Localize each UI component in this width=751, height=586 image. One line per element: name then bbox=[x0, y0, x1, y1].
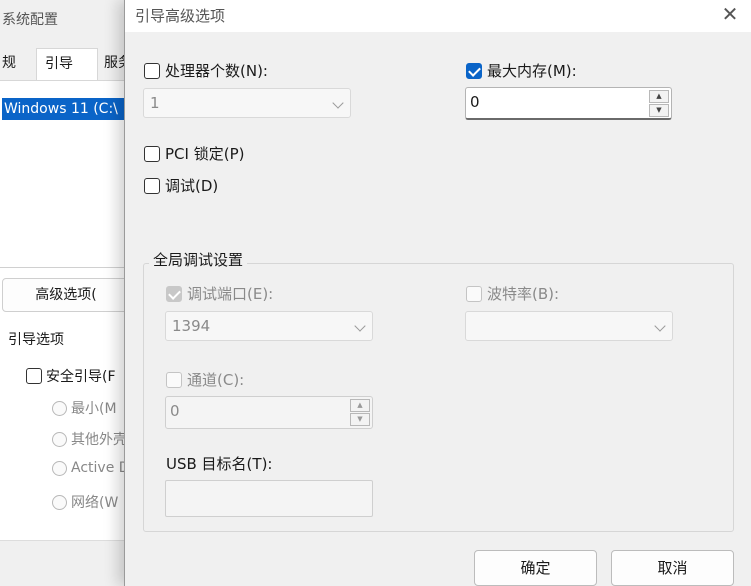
radio-minimal[interactable]: 最小(M bbox=[52, 398, 117, 418]
radio-active-directory[interactable]: Active D bbox=[52, 460, 130, 476]
usb-target-field bbox=[165, 480, 373, 517]
boot-advanced-options-dialog: 引导高级选项 ✕ 处理器个数(N): 1 最大内存(M): 0 ▲ ▼ PCI … bbox=[124, 0, 751, 586]
stepper-buttons: ▲ ▼ bbox=[350, 399, 370, 426]
background-footer bbox=[0, 540, 130, 586]
radio-circle[interactable] bbox=[52, 400, 67, 416]
tab-general[interactable]: 规 bbox=[0, 48, 34, 80]
radio-label: Active D bbox=[71, 460, 130, 476]
channel-checkbox: 通道(C): bbox=[166, 369, 244, 390]
spin-up-icon: ▲ bbox=[350, 399, 370, 412]
usb-target-row: USB 目标名(T): bbox=[166, 453, 272, 474]
max-memory-checkbox[interactable]: 最大内存(M): bbox=[466, 60, 577, 81]
spin-down-icon[interactable]: ▼ bbox=[649, 104, 669, 117]
channel-label: 通道(C): bbox=[187, 371, 245, 389]
stepper-buttons: ▲ ▼ bbox=[649, 90, 669, 117]
radio-network[interactable]: 网络(W bbox=[52, 492, 118, 512]
channel-value: 0 bbox=[170, 402, 180, 420]
max-memory-label: 最大内存(M): bbox=[487, 62, 577, 80]
debug-port-checkbox: 调试端口(E): bbox=[166, 283, 273, 304]
num-processors-select[interactable]: 1 bbox=[143, 88, 351, 118]
chevron-down-icon bbox=[354, 320, 366, 332]
baud-rate-select bbox=[465, 311, 673, 341]
spin-up-icon[interactable]: ▲ bbox=[649, 90, 669, 103]
close-icon[interactable]: ✕ bbox=[715, 0, 745, 30]
os-list[interactable]: Windows 11 (C:\ bbox=[0, 92, 130, 268]
num-processors-value: 1 bbox=[150, 94, 160, 112]
debug-port-value: 1394 bbox=[172, 317, 211, 335]
chevron-down-icon bbox=[332, 97, 344, 109]
baud-rate-label: 波特率(B): bbox=[487, 285, 560, 303]
debug-label: 调试(D) bbox=[165, 177, 219, 195]
dialog-title: 引导高级选项 bbox=[135, 7, 226, 25]
os-list-item[interactable]: Windows 11 (C:\ bbox=[2, 98, 126, 120]
channel-stepper: 0 ▲ ▼ bbox=[165, 396, 373, 429]
tab-boot[interactable]: 引导 bbox=[36, 48, 98, 80]
debug-port-label: 调试端口(E): bbox=[187, 285, 274, 303]
debug-checkbox[interactable]: 调试(D) bbox=[144, 175, 218, 196]
checkbox-box[interactable] bbox=[144, 145, 160, 162]
checkbox-box[interactable] bbox=[26, 368, 42, 384]
checkbox-box[interactable] bbox=[144, 177, 160, 194]
radio-label: 最小(M bbox=[71, 401, 117, 417]
advanced-options-button[interactable]: 高级选项( bbox=[2, 278, 130, 312]
tab-strip: 规 引导 服务 bbox=[0, 48, 132, 80]
safe-boot-label: 安全引导(F bbox=[46, 369, 116, 385]
checkbox-box[interactable] bbox=[144, 62, 160, 79]
pci-lock-checkbox[interactable]: PCI 锁定(P) bbox=[144, 143, 244, 164]
dialog-titlebar: 引导高级选项 ✕ bbox=[125, 0, 751, 32]
max-memory-value[interactable]: 0 bbox=[470, 93, 480, 111]
pci-lock-label: PCI 锁定(P) bbox=[165, 145, 245, 163]
radio-circle[interactable] bbox=[52, 494, 67, 510]
radio-circle[interactable] bbox=[52, 431, 67, 447]
radio-circle[interactable] bbox=[52, 460, 67, 476]
chevron-down-icon bbox=[654, 320, 666, 332]
ok-button[interactable]: 确定 bbox=[474, 550, 597, 586]
baud-rate-checkbox: 波特率(B): bbox=[466, 283, 559, 304]
num-processors-label: 处理器个数(N): bbox=[165, 62, 268, 80]
radio-label: 网络(W bbox=[71, 495, 119, 511]
spin-down-icon: ▼ bbox=[350, 413, 370, 426]
global-debug-group-label: 全局调试设置 bbox=[149, 249, 248, 270]
safe-boot-checkbox[interactable]: 安全引导(F bbox=[26, 366, 116, 386]
boot-options-label: 引导选项 bbox=[8, 332, 64, 348]
radio-alternate-shell[interactable]: 其他外壳 bbox=[52, 429, 127, 449]
checkbox-box-checked-disabled bbox=[166, 285, 182, 302]
checkbox-box-disabled bbox=[466, 285, 482, 302]
checkbox-box-checked[interactable] bbox=[466, 62, 482, 79]
debug-port-select: 1394 bbox=[165, 311, 373, 341]
checkbox-box-disabled bbox=[166, 371, 182, 388]
radio-label: 其他外壳 bbox=[71, 432, 127, 448]
usb-target-label: USB 目标名(T): bbox=[166, 455, 273, 473]
window-title: 系统配置 bbox=[2, 12, 58, 28]
max-memory-stepper[interactable]: 0 ▲ ▼ bbox=[465, 87, 672, 120]
num-processors-checkbox[interactable]: 处理器个数(N): bbox=[144, 60, 268, 81]
cancel-button[interactable]: 取消 bbox=[611, 550, 734, 586]
